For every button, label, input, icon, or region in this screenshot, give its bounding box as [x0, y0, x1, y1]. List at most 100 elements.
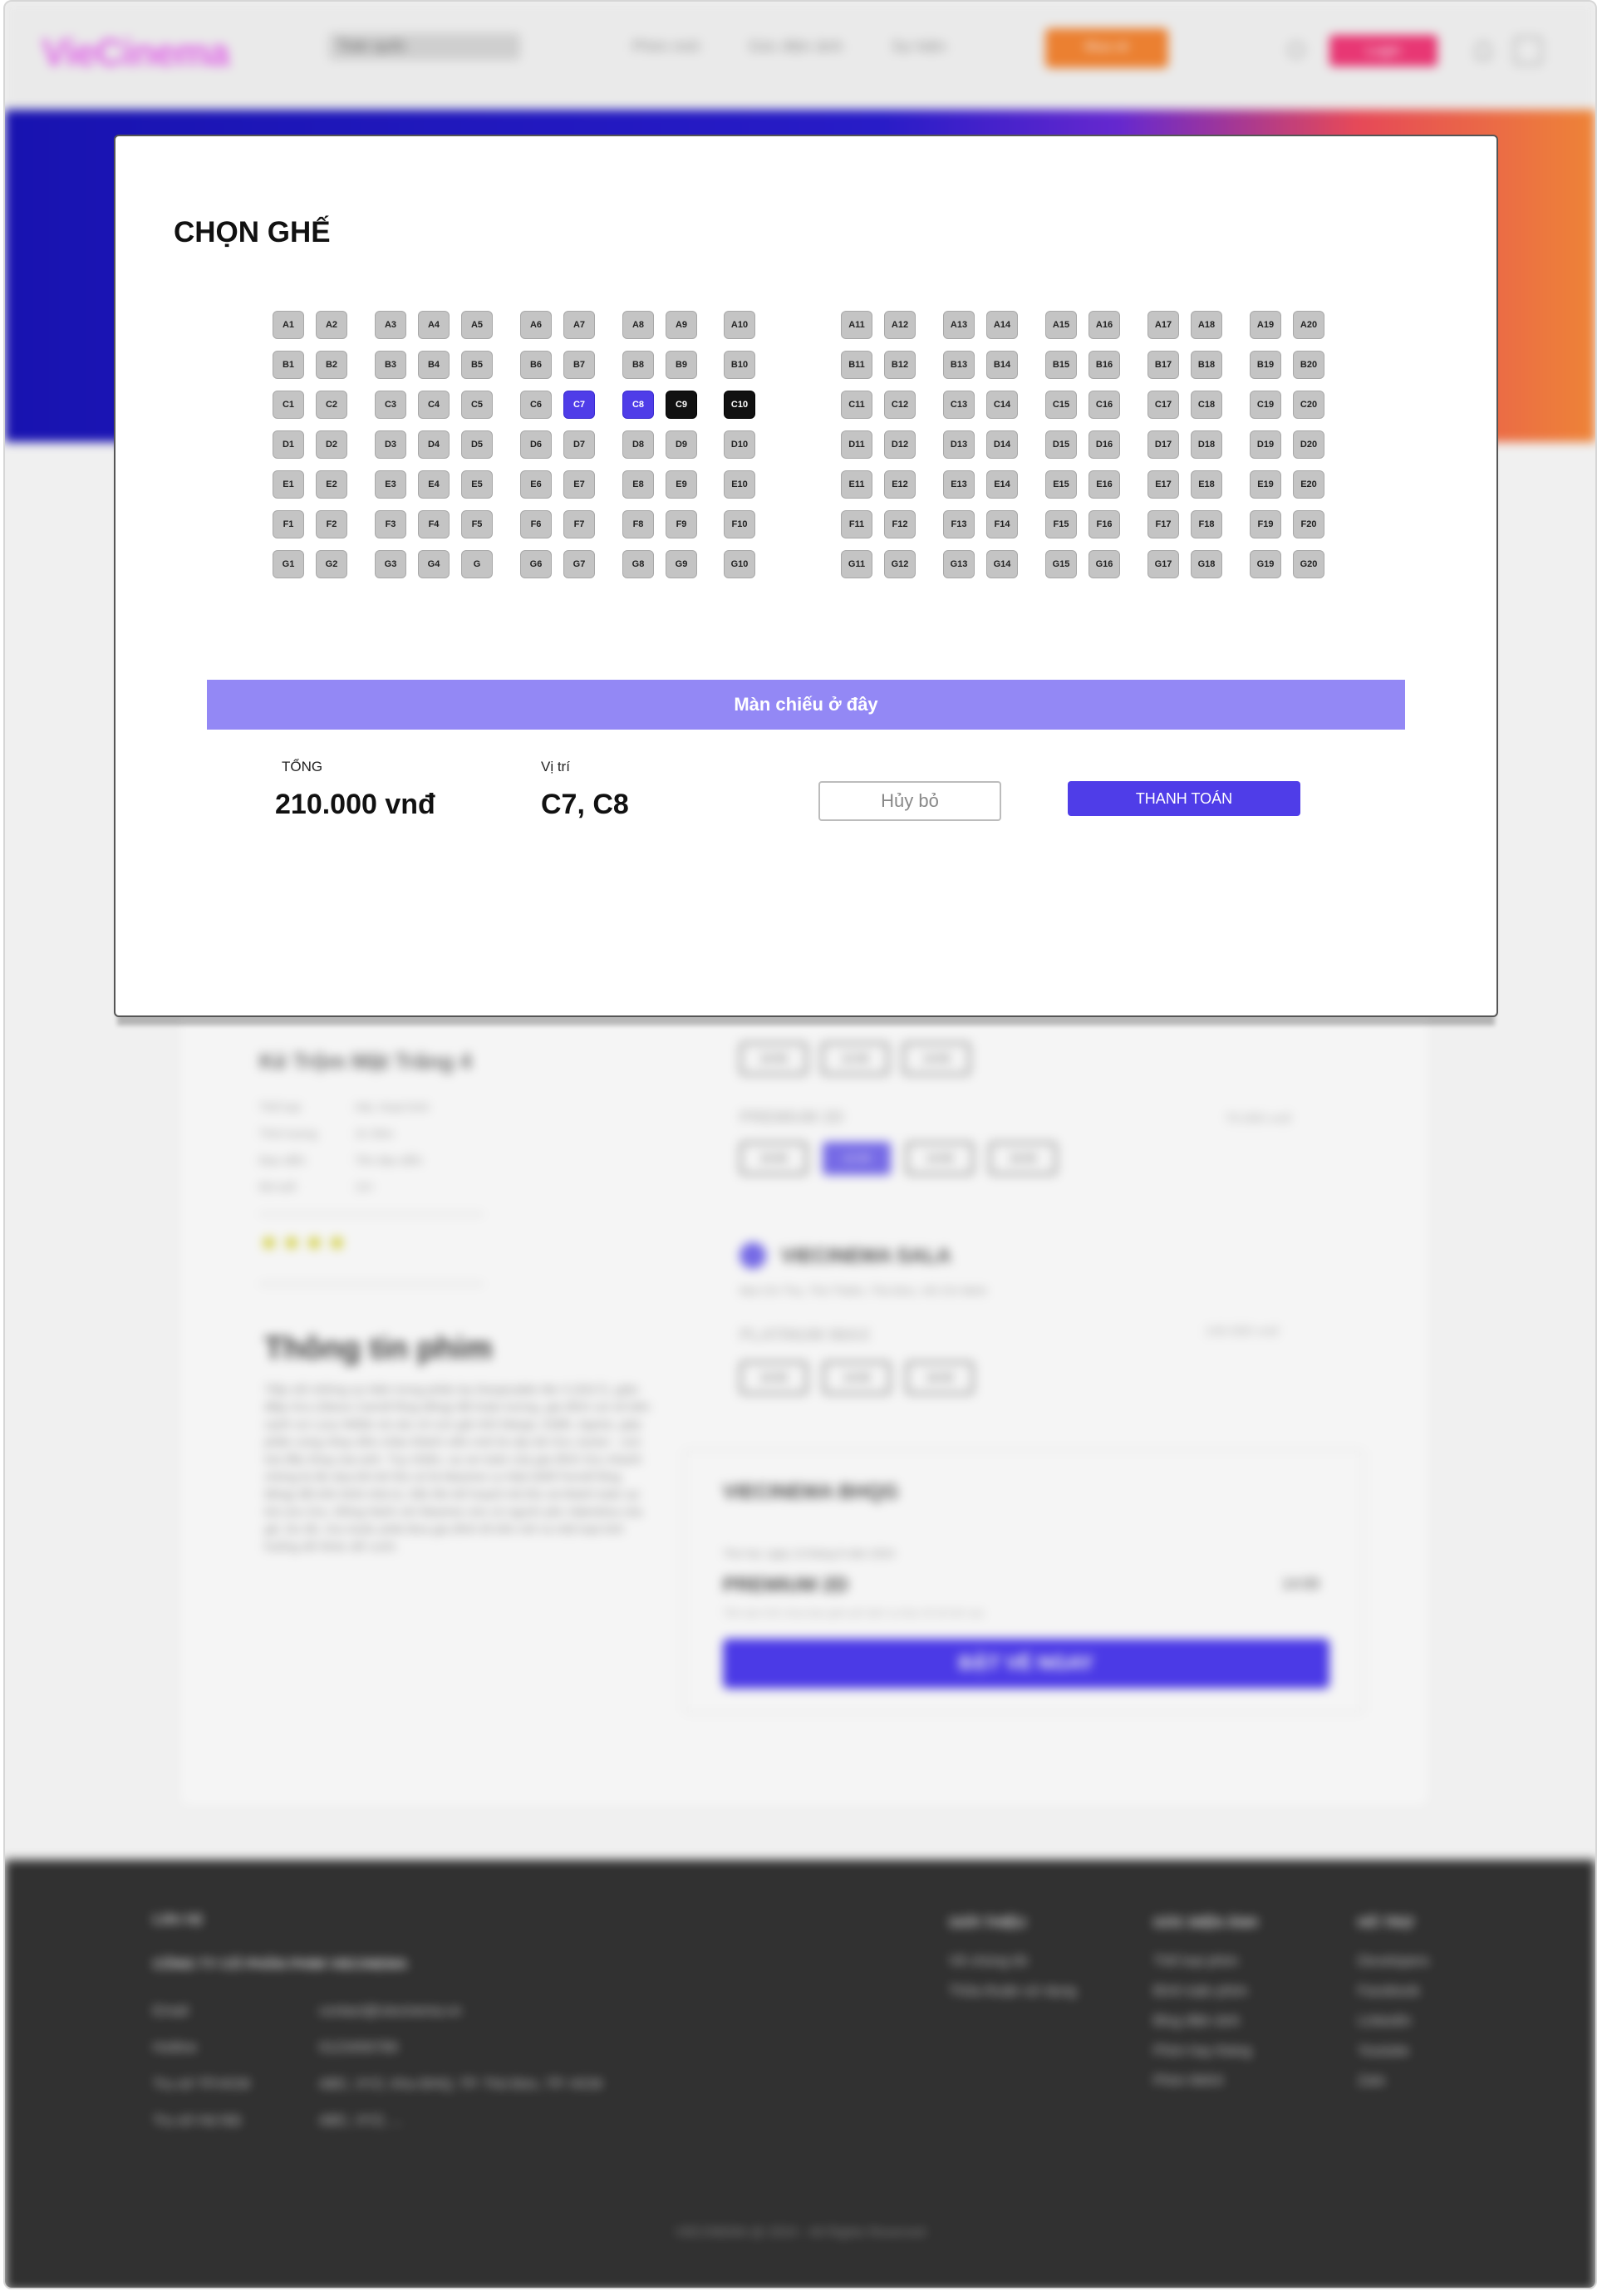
seat-f3[interactable]: F3 [375, 510, 406, 538]
seat-c20[interactable]: C20 [1293, 391, 1324, 419]
seat-g9[interactable]: G9 [666, 550, 697, 578]
seat-d4[interactable]: D4 [418, 430, 450, 459]
seat-d7[interactable]: D7 [563, 430, 595, 459]
seat-e7[interactable]: E7 [563, 470, 595, 499]
seat-g18[interactable]: G18 [1191, 550, 1222, 578]
seat-e17[interactable]: E17 [1147, 470, 1179, 499]
seat-g4[interactable]: G4 [418, 550, 450, 578]
seat-e20[interactable]: E20 [1293, 470, 1324, 499]
seat-d6[interactable]: D6 [520, 430, 552, 459]
seat-g2[interactable]: G2 [316, 550, 347, 578]
seat-c12[interactable]: C12 [884, 391, 916, 419]
seat-d11[interactable]: D11 [841, 430, 872, 459]
seat-b16[interactable]: B16 [1088, 351, 1120, 379]
seat-e3[interactable]: E3 [375, 470, 406, 499]
seat-e8[interactable]: E8 [622, 470, 654, 499]
seat-b12[interactable]: B12 [884, 351, 916, 379]
seat-a17[interactable]: A17 [1147, 311, 1179, 339]
seat-b20[interactable]: B20 [1293, 351, 1324, 379]
seat-b7[interactable]: B7 [563, 351, 595, 379]
seat-a12[interactable]: A12 [884, 311, 916, 339]
seat-b14[interactable]: B14 [986, 351, 1018, 379]
seat-a1[interactable]: A1 [273, 311, 304, 339]
seat-e14[interactable]: E14 [986, 470, 1018, 499]
seat-c1[interactable]: C1 [273, 391, 304, 419]
seat-d2[interactable]: D2 [316, 430, 347, 459]
seat-d9[interactable]: D9 [666, 430, 697, 459]
seat-g3[interactable]: G3 [375, 550, 406, 578]
seat-d10[interactable]: D10 [724, 430, 755, 459]
seat-c19[interactable]: C19 [1250, 391, 1281, 419]
seat-f12[interactable]: F12 [884, 510, 916, 538]
cancel-button[interactable]: Hủy bỏ [818, 781, 1001, 821]
seat-f10[interactable]: F10 [724, 510, 755, 538]
seat-c16[interactable]: C16 [1088, 391, 1120, 419]
seat-a15[interactable]: A15 [1045, 311, 1077, 339]
seat-d16[interactable]: D16 [1088, 430, 1120, 459]
seat-g10[interactable]: G10 [724, 550, 755, 578]
seat-e5[interactable]: E5 [461, 470, 493, 499]
seat-d14[interactable]: D14 [986, 430, 1018, 459]
seat-g20[interactable]: G20 [1293, 550, 1324, 578]
seat-f17[interactable]: F17 [1147, 510, 1179, 538]
seat-a18[interactable]: A18 [1191, 311, 1222, 339]
pay-button[interactable]: THANH TOÁN [1068, 781, 1300, 816]
seat-f14[interactable]: F14 [986, 510, 1018, 538]
seat-a6[interactable]: A6 [520, 311, 552, 339]
seat-f16[interactable]: F16 [1088, 510, 1120, 538]
seat-c8[interactable]: C8 [622, 391, 654, 419]
seat-f19[interactable]: F19 [1250, 510, 1281, 538]
seat-e1[interactable]: E1 [273, 470, 304, 499]
seat-c5[interactable]: C5 [461, 391, 493, 419]
seat-f20[interactable]: F20 [1293, 510, 1324, 538]
seat-e18[interactable]: E18 [1191, 470, 1222, 499]
seat-e9[interactable]: E9 [666, 470, 697, 499]
seat-a11[interactable]: A11 [841, 311, 872, 339]
seat-g11[interactable]: G11 [841, 550, 872, 578]
seat-f1[interactable]: F1 [273, 510, 304, 538]
seat-a14[interactable]: A14 [986, 311, 1018, 339]
seat-f4[interactable]: F4 [418, 510, 450, 538]
seat-d15[interactable]: D15 [1045, 430, 1077, 459]
seat-g16[interactable]: G16 [1088, 550, 1120, 578]
seat-b4[interactable]: B4 [418, 351, 450, 379]
seat-c18[interactable]: C18 [1191, 391, 1222, 419]
seat-c6[interactable]: C6 [520, 391, 552, 419]
seat-d20[interactable]: D20 [1293, 430, 1324, 459]
seat-c9[interactable]: C9 [666, 391, 697, 419]
seat-g7[interactable]: G7 [563, 550, 595, 578]
seat-c13[interactable]: C13 [943, 391, 975, 419]
seat-a7[interactable]: A7 [563, 311, 595, 339]
seat-b3[interactable]: B3 [375, 351, 406, 379]
seat-f15[interactable]: F15 [1045, 510, 1077, 538]
seat-e16[interactable]: E16 [1088, 470, 1120, 499]
seat-a20[interactable]: A20 [1293, 311, 1324, 339]
seat-c14[interactable]: C14 [986, 391, 1018, 419]
seat-d8[interactable]: D8 [622, 430, 654, 459]
seat-g15[interactable]: G15 [1045, 550, 1077, 578]
seat-c3[interactable]: C3 [375, 391, 406, 419]
seat-b10[interactable]: B10 [724, 351, 755, 379]
seat-d13[interactable]: D13 [943, 430, 975, 459]
seat-e12[interactable]: E12 [884, 470, 916, 499]
seat-b9[interactable]: B9 [666, 351, 697, 379]
seat-g14[interactable]: G14 [986, 550, 1018, 578]
seat-g1[interactable]: G1 [273, 550, 304, 578]
seat-a2[interactable]: A2 [316, 311, 347, 339]
seat-a5[interactable]: A5 [461, 311, 493, 339]
seat-g13[interactable]: G13 [943, 550, 975, 578]
seat-b6[interactable]: B6 [520, 351, 552, 379]
seat-b13[interactable]: B13 [943, 351, 975, 379]
seat-d18[interactable]: D18 [1191, 430, 1222, 459]
seat-g6[interactable]: G6 [520, 550, 552, 578]
seat-a13[interactable]: A13 [943, 311, 975, 339]
seat-d5[interactable]: D5 [461, 430, 493, 459]
seat-f11[interactable]: F11 [841, 510, 872, 538]
seat-f5[interactable]: F5 [461, 510, 493, 538]
seat-g17[interactable]: G17 [1147, 550, 1179, 578]
seat-f7[interactable]: F7 [563, 510, 595, 538]
seat-d17[interactable]: D17 [1147, 430, 1179, 459]
seat-d19[interactable]: D19 [1250, 430, 1281, 459]
seat-f9[interactable]: F9 [666, 510, 697, 538]
seat-g12[interactable]: G12 [884, 550, 916, 578]
